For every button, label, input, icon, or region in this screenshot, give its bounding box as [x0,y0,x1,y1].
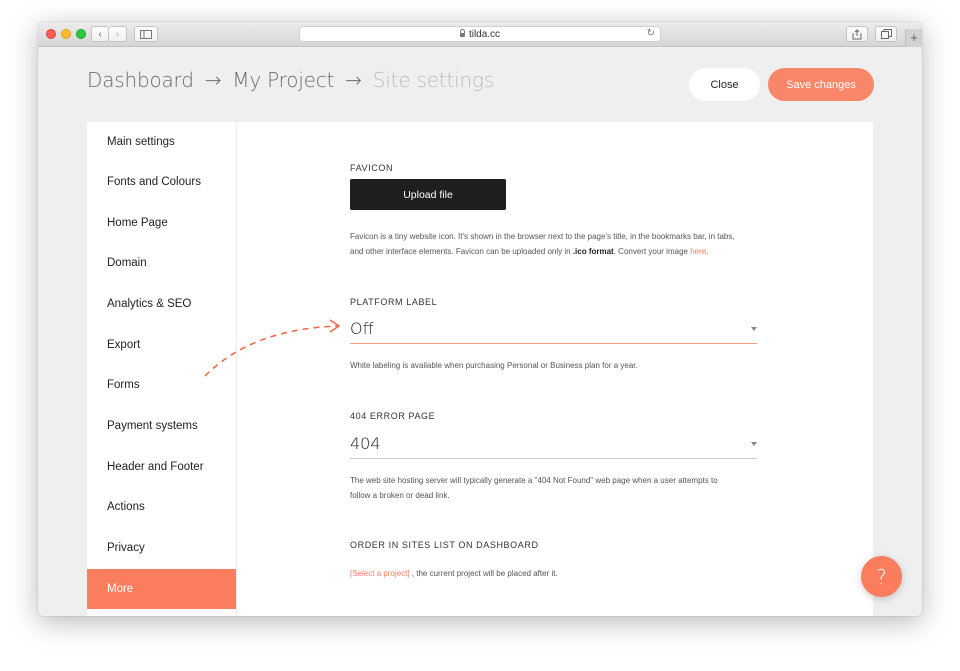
sidebar-item-home-page[interactable]: Home Page [87,203,236,243]
sidebar-item-actions[interactable]: Actions [87,487,236,527]
tabs-icon [880,29,892,39]
favicon-convert-text: . Convert your image [613,247,691,256]
platform-label-description: White labeling is available when purchas… [350,361,638,370]
breadcrumb-project[interactable]: My Project [232,68,334,92]
breadcrumb-current: Site settings [372,68,494,92]
arrow-right-icon: → [204,68,222,92]
favicon-desc-line1: Favicon is a tiny website icon. It's sho… [350,232,735,241]
favicon-description: Favicon is a tiny website icon. It's sho… [350,229,760,259]
tabs-button[interactable] [875,26,897,42]
question-icon: ? [876,564,887,589]
title-bar: ‹ › tilda.cc ↻ + [38,22,922,47]
sidebar-item-privacy[interactable]: Privacy [87,528,236,568]
favicon-desc-text: and other interface elements. Favicon ca… [350,247,573,256]
new-tab-button[interactable]: + [905,29,922,47]
platform-label-select[interactable]: Off [350,316,757,344]
annotation-arrow-icon [204,319,341,377]
favicon-label: FAVICON [350,163,394,173]
order-label: ORDER IN SITES LIST ON DASHBOARD [350,540,539,550]
sidebar-toggle-button[interactable] [134,26,158,42]
reload-icon[interactable]: ↻ [647,28,655,39]
help-button[interactable]: ? [861,556,902,597]
plus-icon: + [910,30,918,45]
chevron-left-icon: ‹ [98,28,102,40]
arrow-right-icon: → [345,68,362,92]
error-page-select[interactable]: 404 [350,431,757,459]
error-desc-line2: follow a broken or dead link. [350,491,450,500]
caret-down-icon [751,442,757,446]
zoom-window-icon[interactable] [76,29,86,39]
share-button[interactable] [846,26,868,42]
upload-file-button[interactable]: Upload file [350,179,506,210]
sidebar-item-header-footer[interactable]: Header and Footer [87,447,236,487]
close-button[interactable]: Close [689,68,760,101]
url-text: tilda.cc [468,28,501,40]
sidebar-item-more[interactable]: More [87,569,236,609]
platform-label-heading: PLATFORM LABEL [350,297,438,307]
favicon-desc-end: . [706,247,709,256]
error-page-value: 404 [350,434,381,453]
select-project-link[interactable]: [Select a project] [350,569,410,578]
breadcrumb-dashboard[interactable]: Dashboard [87,68,194,92]
browser-window: ‹ › tilda.cc ↻ + Dashboard → My Project → Si… [38,22,922,616]
lock-icon [459,29,465,37]
minimize-window-icon[interactable] [61,29,71,39]
chevron-right-icon: › [115,28,120,40]
breadcrumb: Dashboard → My Project → Site settings [87,68,494,92]
forward-button[interactable]: › [109,26,127,42]
address-bar[interactable]: tilda.cc ↻ [299,26,661,42]
sidebar-item-payment-systems[interactable]: Payment systems [87,406,236,446]
ico-format-text: .ico format [572,247,614,256]
back-button[interactable]: ‹ [91,26,109,42]
caret-down-icon [751,327,757,331]
sidebar-icon [140,29,152,39]
favicon-desc-line2: and other interface elements. Favicon ca… [350,244,760,259]
sidebar-item-main-settings[interactable]: Main settings [87,122,236,162]
close-window-icon[interactable] [46,29,56,39]
sidebar-item-domain[interactable]: Domain [87,243,236,283]
error-page-label: 404 ERROR PAGE [350,411,436,421]
order-text: , the current project will be placed aft… [409,569,558,578]
order-description: [Select a project] , the current project… [350,566,760,581]
platform-label-value: Off [350,319,374,338]
save-changes-button[interactable]: Save changes [768,68,874,101]
error-page-description: The web site hosting server will typical… [350,473,760,503]
sidebar-item-fonts-colours[interactable]: Fonts and Colours [87,162,236,202]
convert-here-link[interactable]: here [690,247,706,256]
share-icon [852,28,862,39]
error-desc-line1: The web site hosting server will typical… [350,476,718,485]
